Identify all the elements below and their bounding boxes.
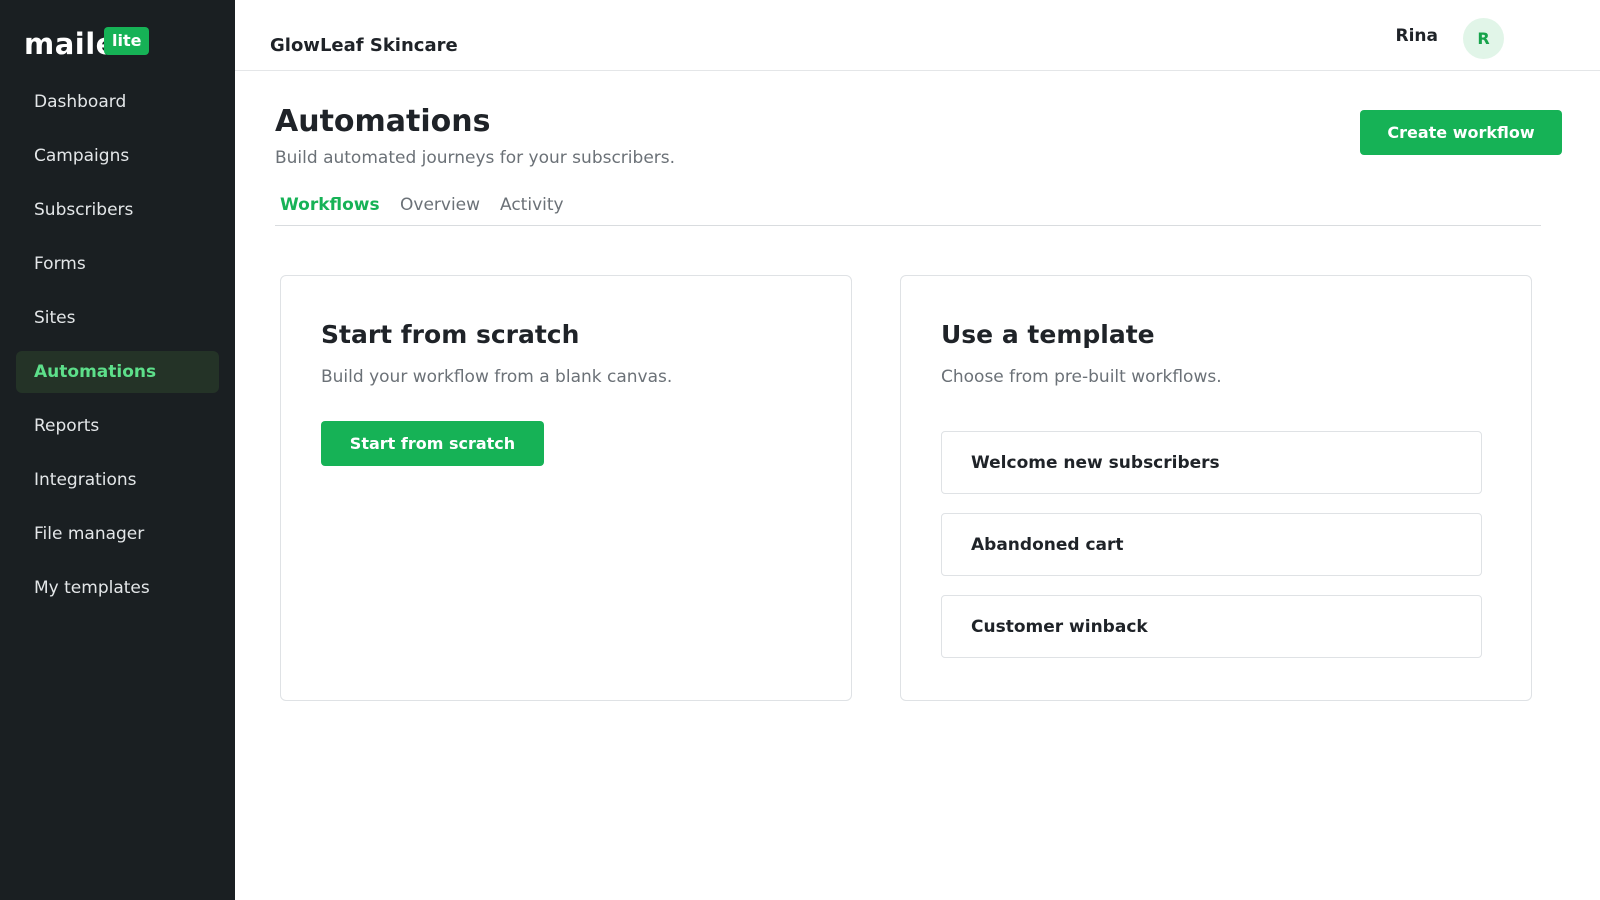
tab-overview[interactable]: Overview [400,195,480,215]
top-bar: GlowLeaf Skincare Rina R [235,0,1600,71]
template-customer-winback[interactable]: Customer winback [941,595,1482,658]
page-subtitle: Build automated journeys for your subscr… [275,148,676,168]
template-welcome-new-subscribers[interactable]: Welcome new subscribers [941,431,1482,494]
sidebar-item-campaigns[interactable]: Campaigns [16,135,219,177]
start-from-scratch-card: Start from scratch Build your workflow f… [280,275,852,701]
logo-badge: lite [104,27,150,55]
page-title: Automations [275,104,491,139]
user-name[interactable]: Rina [1396,26,1439,46]
card-title: Start from scratch [321,320,580,349]
template-list: Welcome new subscribers Abandoned cart C… [941,431,1482,677]
use-template-card: Use a template Choose from pre-built wor… [900,275,1532,701]
sidebar-item-automations[interactable]: Automations [16,351,219,393]
sidebar-item-forms[interactable]: Forms [16,243,219,285]
create-workflow-button[interactable]: Create workflow [1360,110,1562,155]
avatar[interactable]: R [1463,18,1504,59]
card-description: Choose from pre-built workflows. [941,367,1222,387]
account-name[interactable]: GlowLeaf Skincare [270,35,458,56]
sidebar-item-my-templates[interactable]: My templates [16,567,219,609]
sidebar-item-file-manager[interactable]: File manager [16,513,219,555]
sidebar: maile lite Dashboard Campaigns Subscribe… [0,0,235,900]
tab-bar: Workflows Overview Activity [275,192,1541,226]
sidebar-item-integrations[interactable]: Integrations [16,459,219,501]
template-abandoned-cart[interactable]: Abandoned cart [941,513,1482,576]
sidebar-nav: Dashboard Campaigns Subscribers Forms Si… [16,81,219,621]
app-logo[interactable]: maile lite [24,24,150,64]
card-description: Build your workflow from a blank canvas. [321,367,673,387]
start-from-scratch-button[interactable]: Start from scratch [321,421,544,466]
tab-workflows[interactable]: Workflows [280,195,380,215]
logo-wordmark: maile [24,26,116,61]
sidebar-item-subscribers[interactable]: Subscribers [16,189,219,231]
sidebar-item-sites[interactable]: Sites [16,297,219,339]
tab-activity[interactable]: Activity [500,195,564,215]
sidebar-item-reports[interactable]: Reports [16,405,219,447]
sidebar-item-dashboard[interactable]: Dashboard [16,81,219,123]
card-title: Use a template [941,320,1155,349]
